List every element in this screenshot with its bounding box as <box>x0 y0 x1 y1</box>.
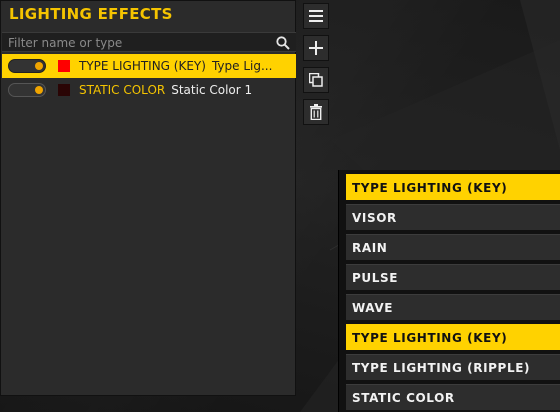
dropdown-option[interactable]: VISOR <box>346 204 560 230</box>
menu-button[interactable] <box>303 3 329 29</box>
lighting-effects-panel: LIGHTING EFFECTS TYPE LIGHTING (KEY) Typ… <box>0 0 296 396</box>
dropdown-option[interactable]: TYPE LIGHTING (KEY) <box>346 174 560 200</box>
effect-enable-toggle[interactable] <box>8 59 46 73</box>
dropdown-option[interactable]: WAVE <box>346 294 560 320</box>
panel-title: LIGHTING EFFECTS <box>9 5 173 23</box>
dropdown-option[interactable]: TYPE LIGHTING (KEY) <box>346 324 560 350</box>
effect-color-swatch[interactable] <box>58 60 70 72</box>
hamburger-icon <box>309 10 323 22</box>
add-effect-button[interactable] <box>303 35 329 61</box>
effects-list: TYPE LIGHTING (KEY) Type Lig... STATIC C… <box>2 54 296 102</box>
dropdown-option[interactable]: PULSE <box>346 264 560 290</box>
effect-name: Type Lig... <box>211 59 273 73</box>
effect-color-swatch[interactable] <box>58 84 70 96</box>
effect-row[interactable]: STATIC COLOR Static Color 1 <box>2 78 296 102</box>
delete-effect-button[interactable] <box>303 99 329 125</box>
copy-icon <box>309 73 323 87</box>
trash-icon <box>309 104 323 120</box>
dropdown-option[interactable]: RAIN <box>346 234 560 260</box>
effect-type-dropdown: TYPE LIGHTING (KEY) VISOR RAIN PULSE WAV… <box>338 170 560 412</box>
toggle-knob <box>35 62 43 70</box>
effects-toolbar <box>303 3 329 131</box>
effect-name: Static Color 1 <box>171 83 253 97</box>
toggle-knob <box>35 86 43 94</box>
filter-input[interactable] <box>6 34 270 52</box>
dropdown-option[interactable]: TYPE LIGHTING (RIPPLE) <box>346 354 560 380</box>
effect-type: STATIC COLOR <box>79 83 166 97</box>
plus-icon <box>309 41 323 55</box>
duplicate-effect-button[interactable] <box>303 67 329 93</box>
filter-bar <box>2 32 296 52</box>
dropdown-option[interactable]: STATIC COLOR <box>346 384 560 410</box>
effect-row[interactable]: TYPE LIGHTING (KEY) Type Lig... <box>2 54 296 78</box>
search-icon[interactable] <box>276 35 290 50</box>
effect-enable-toggle[interactable] <box>8 83 46 97</box>
effect-type: TYPE LIGHTING (KEY) <box>79 59 206 73</box>
